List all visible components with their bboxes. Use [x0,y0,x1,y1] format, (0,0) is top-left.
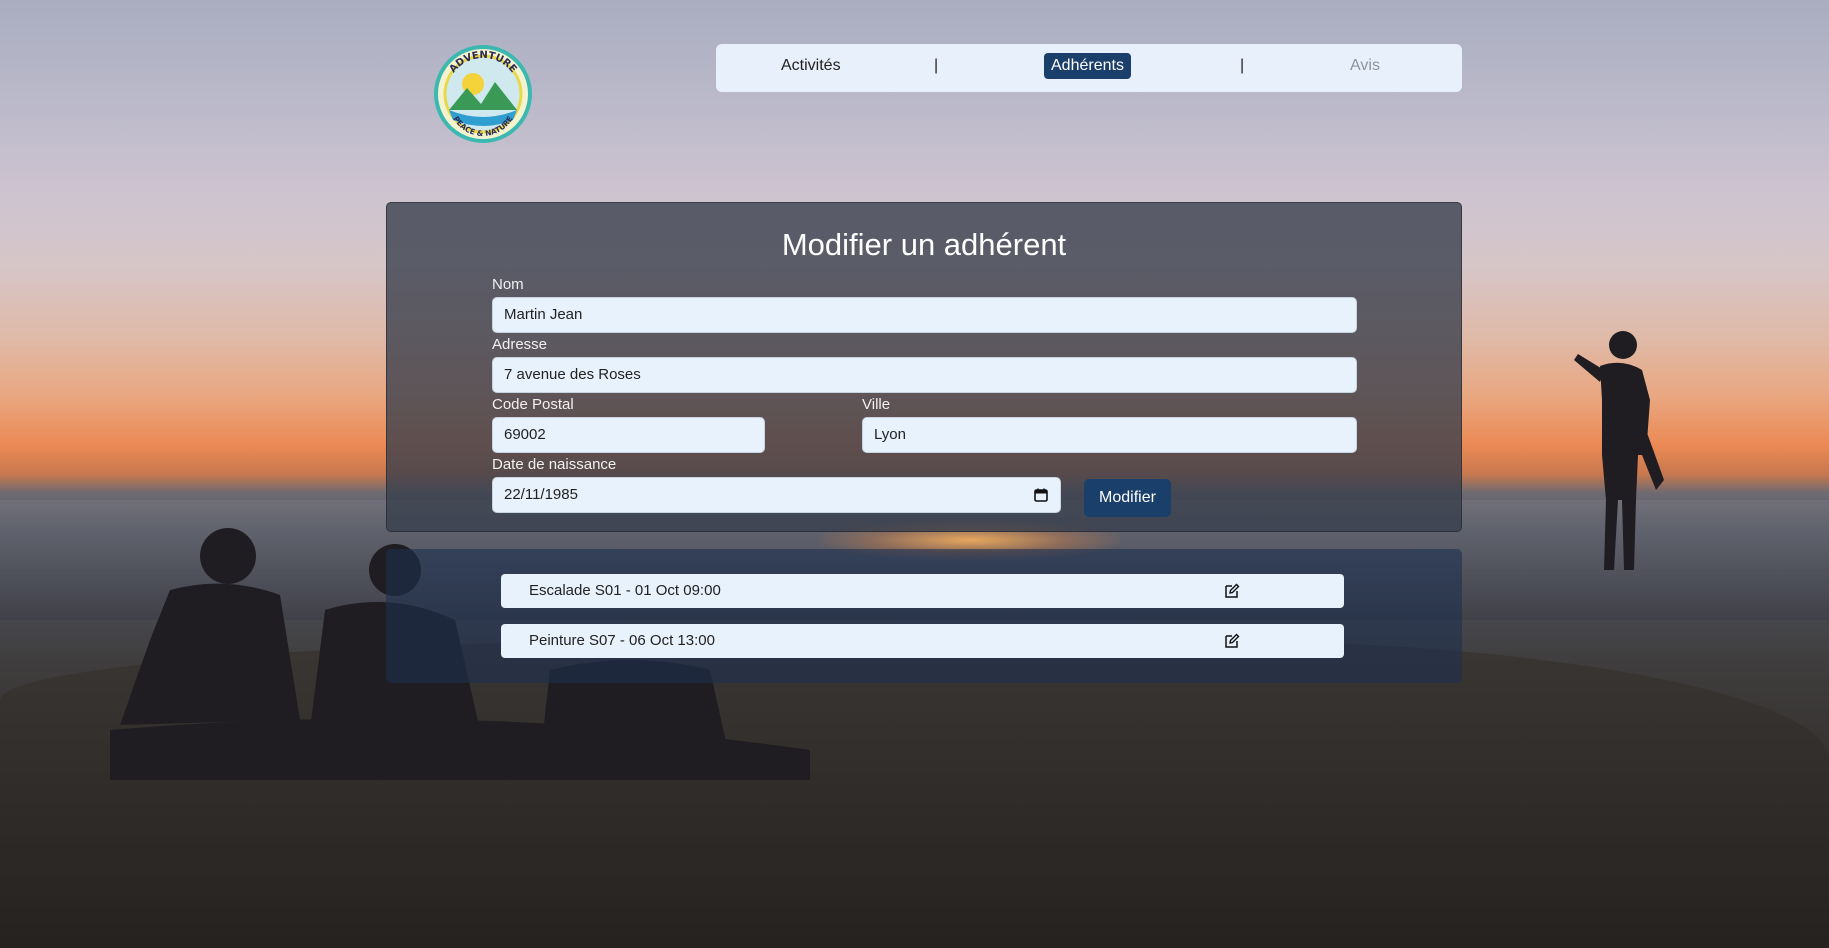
activity-item[interactable]: Escalade S01 - 01 Oct 09:00 [501,574,1344,608]
form-title: Modifier un adhérent [781,227,1067,262]
adresse-input[interactable]: 7 avenue des Roses [492,357,1357,393]
code-postal-label: Code Postal [492,396,574,413]
date-naissance-input[interactable]: 22/11/1985 [492,477,1061,513]
ville-input[interactable]: Lyon [862,417,1357,453]
ville-label: Ville [862,396,891,413]
date-naissance-label: Date de naissance [492,456,617,473]
nav-item-adherents[interactable]: Adhérents [1044,53,1131,79]
nav-separator: | [1240,57,1245,74]
calendar-icon[interactable] [1034,488,1048,502]
adresse-label: Adresse [492,336,548,353]
code-postal-input[interactable]: 69002 [492,417,765,453]
nav-item-avis[interactable]: Avis [1350,53,1380,79]
background-hill [0,640,1829,948]
logo-emblem-icon: ADVENTURE PEACE & NATURE [434,45,532,143]
edit-icon[interactable] [1224,633,1240,649]
edit-member-form: Modifier un adhérent Nom Martin Jean Adr… [386,202,1462,532]
nav-item-activites[interactable]: Activités [781,53,841,79]
main-nav: Activités | Adhérents | Avis [716,44,1462,92]
member-activities-panel: Escalade S01 - 01 Oct 09:00 Peinture S07… [386,549,1462,683]
modifier-button[interactable]: Modifier [1084,479,1171,517]
edit-icon[interactable] [1224,583,1240,599]
date-naissance-value: 22/11/1985 [504,486,578,503]
adventure-logo[interactable]: ADVENTURE PEACE & NATURE [433,44,533,144]
standing-person-silhouette [1574,331,1664,570]
activity-label: Peinture S07 - 06 Oct 13:00 [529,632,715,649]
nav-separator: | [934,57,939,74]
activity-label: Escalade S01 - 01 Oct 09:00 [529,582,721,599]
nom-label: Nom [492,276,524,293]
nom-input[interactable]: Martin Jean [492,297,1357,333]
activity-item[interactable]: Peinture S07 - 06 Oct 13:00 [501,624,1344,658]
